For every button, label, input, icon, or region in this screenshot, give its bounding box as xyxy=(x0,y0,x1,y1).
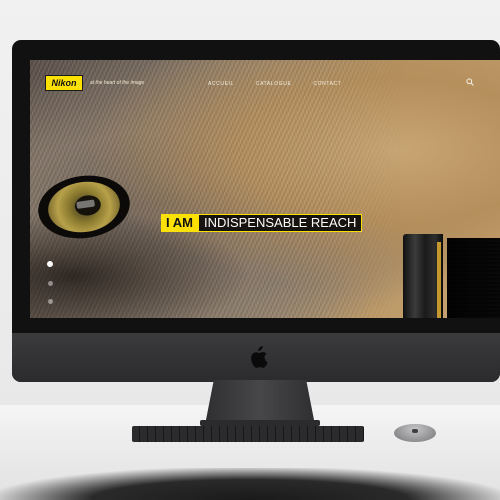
logo-text: Nikon xyxy=(51,78,77,88)
nav-item-catalogue[interactable]: CATALOGUE xyxy=(256,81,292,87)
camera-lens-image xyxy=(403,228,500,318)
monitor-stand xyxy=(205,380,315,425)
nikon-logo[interactable]: Nikon xyxy=(45,75,83,91)
slider-dot-2[interactable] xyxy=(48,281,53,286)
hero-headline: INDISPENSABLE REACH xyxy=(197,214,363,232)
lens-barrel-grip xyxy=(447,238,500,318)
mouse xyxy=(394,424,436,442)
slider-dot-3[interactable] xyxy=(48,299,53,304)
search-icon[interactable] xyxy=(466,78,474,86)
main-nav: ACCUEIL CATALOGUE CONTACT xyxy=(208,81,341,87)
mouse-wheel xyxy=(412,429,418,433)
keyboard xyxy=(132,426,364,442)
nav-item-accueil[interactable]: ACCUEIL xyxy=(208,81,234,87)
hero-banner: I AM INDISPENSABLE REACH xyxy=(161,214,363,232)
apple-logo-icon xyxy=(251,346,268,368)
brand-tagline: at the heart of the image xyxy=(90,80,145,86)
slider-dot-1[interactable] xyxy=(47,261,53,267)
website-screen: Nikon at the heart of the image ACCUEIL … xyxy=(30,60,500,318)
lens-gold-ring xyxy=(437,242,441,318)
hero-highlight: I AM xyxy=(161,214,198,232)
nav-item-contact[interactable]: CONTACT xyxy=(313,81,341,87)
desk-shadow xyxy=(0,468,500,500)
wolf-iris xyxy=(44,177,124,237)
